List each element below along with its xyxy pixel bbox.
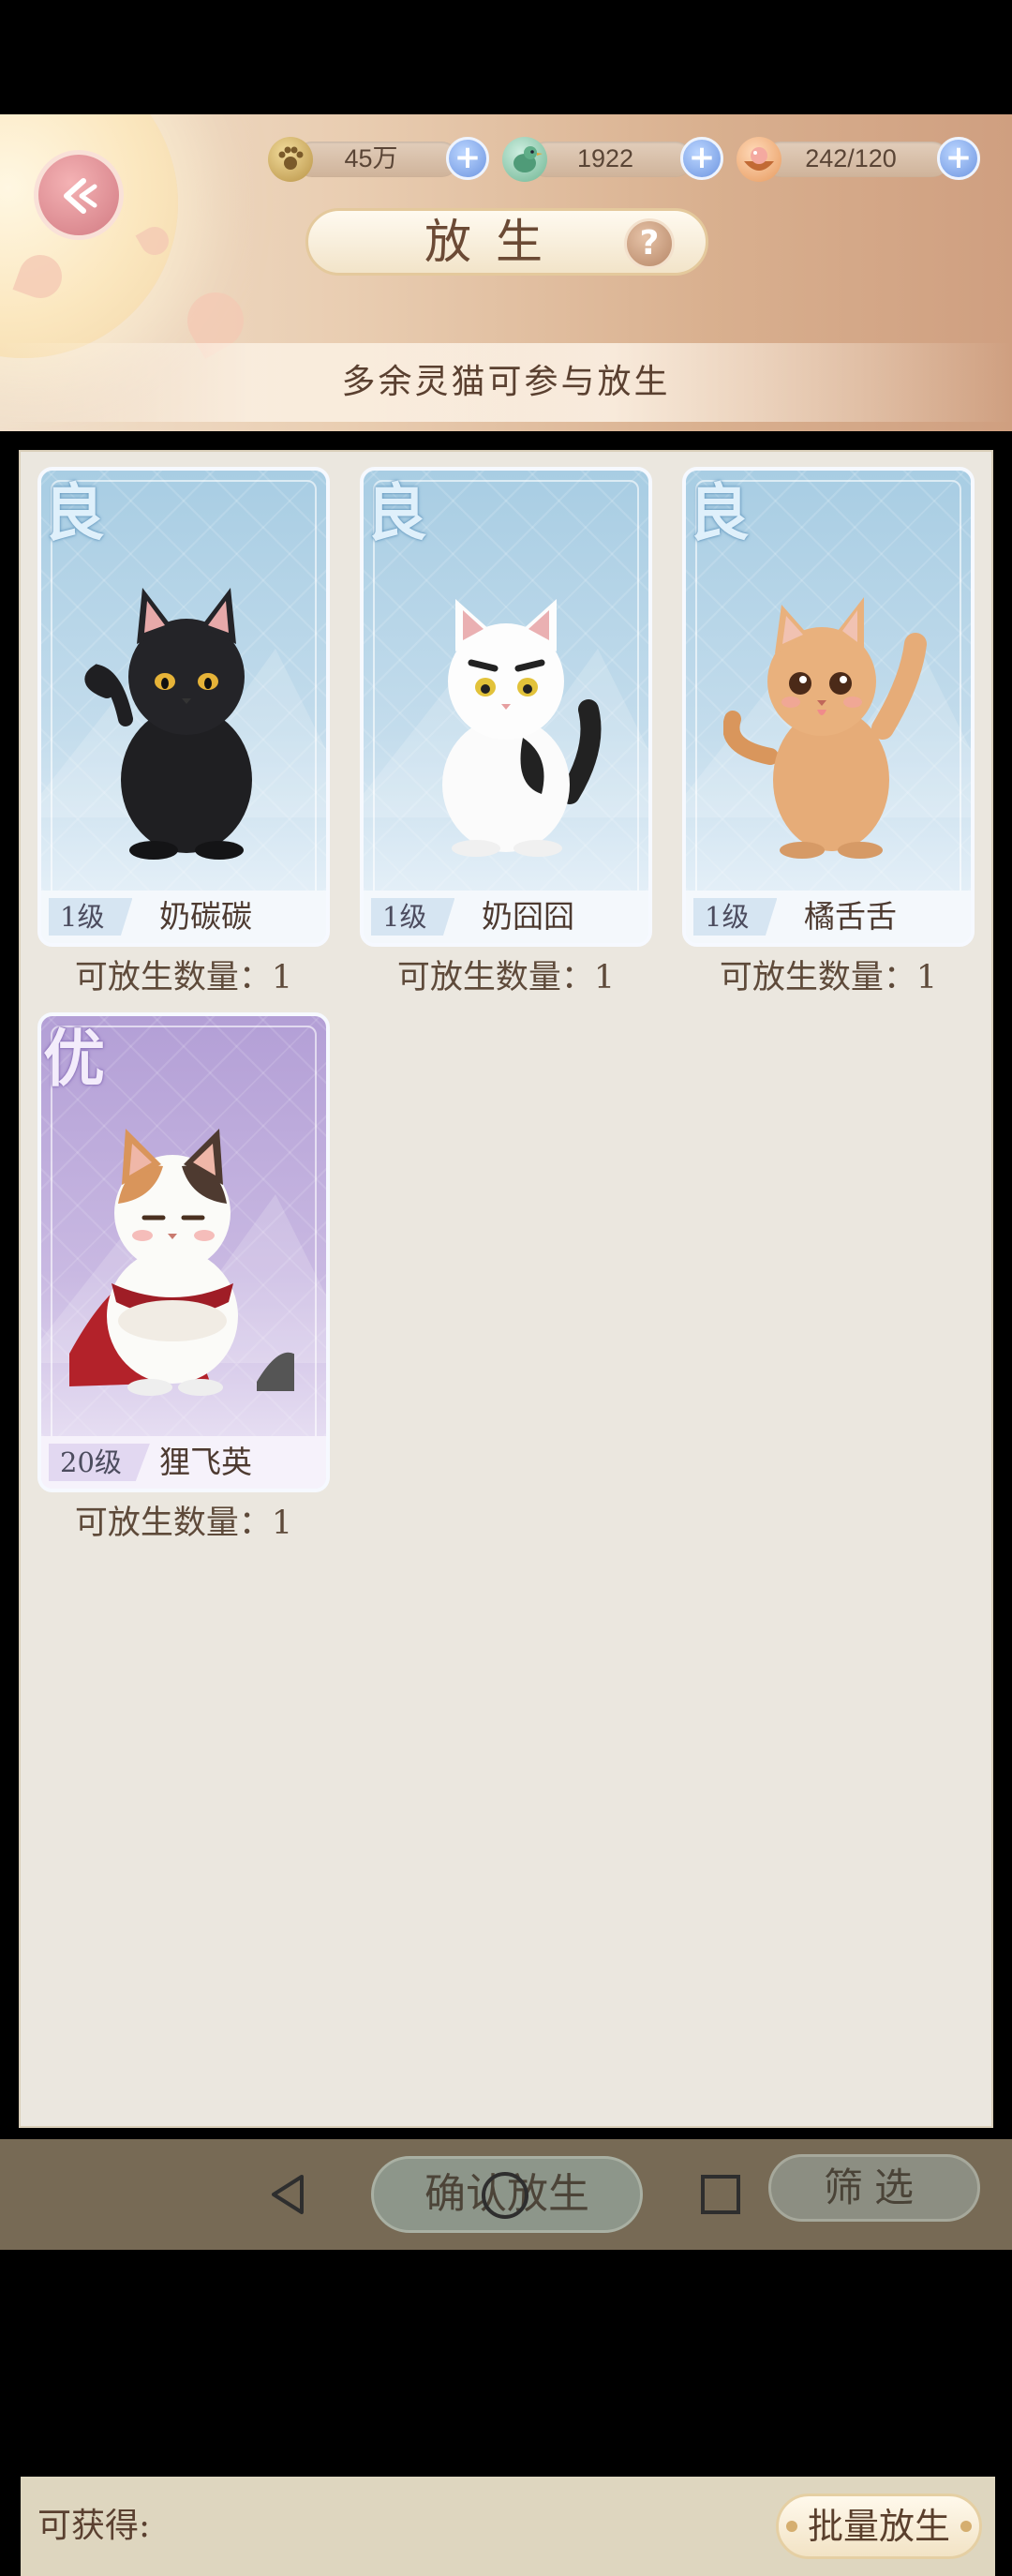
cat-card[interactable]: 良 1级 橘舌舌 bbox=[682, 467, 975, 947]
cat-name: 狸飞英 bbox=[159, 1444, 252, 1480]
question-icon: ? bbox=[639, 224, 660, 262]
add-coins-button[interactable]: + bbox=[446, 137, 489, 180]
release-count: 可放生数量：1 bbox=[74, 1505, 293, 1542]
black-cat-portrait bbox=[84, 588, 252, 860]
cat-card[interactable]: 良 1级 奶囧囧 bbox=[360, 467, 652, 947]
resource-value: 45万 bbox=[344, 144, 398, 172]
rarity-badge: 良 bbox=[688, 476, 750, 549]
paw-dot-icon bbox=[786, 2521, 797, 2532]
cat-list-panel: 良 1级 奶碳碳 可放生数量：1 良 1级 奶囧囧 可放生数量：1 良 1级 橘… bbox=[19, 450, 995, 2576]
calico-cat-portrait bbox=[69, 1129, 294, 1396]
back-button[interactable] bbox=[34, 150, 124, 240]
nav-recents-icon[interactable] bbox=[697, 2171, 744, 2218]
rarity-badge: 良 bbox=[43, 476, 105, 549]
release-count: 可放生数量：1 bbox=[396, 959, 616, 996]
nav-back-icon[interactable] bbox=[264, 2171, 311, 2218]
release-count: 可放生数量：1 bbox=[74, 959, 293, 996]
white-cat-portrait bbox=[442, 599, 602, 857]
level-badge: 1级 bbox=[371, 898, 455, 936]
cat-name: 橘舌舌 bbox=[804, 898, 897, 935]
orange-cat-portrait bbox=[723, 597, 927, 859]
cat-name: 奶碳碳 bbox=[159, 898, 252, 935]
cat-card[interactable]: 良 1级 奶碳碳 bbox=[37, 467, 330, 947]
resource-food: 242/120 + bbox=[737, 137, 980, 182]
footer-bar: 确认放生 筛选 bbox=[0, 2139, 1012, 2250]
resource-value: 242/120 bbox=[805, 144, 897, 172]
page-subtitle: 多余灵猫可参与放生 bbox=[341, 363, 671, 401]
cat-card[interactable]: 优 20级 狸飞英 bbox=[37, 1012, 330, 1492]
header: 45万 + 1922 + 242/120 + 放生 ? 多余灵猫可参与放生 bbox=[0, 114, 1012, 431]
rarity-badge: 良 bbox=[365, 476, 427, 549]
help-button[interactable]: ? bbox=[624, 218, 675, 269]
batch-release-label: 批量放生 bbox=[807, 2506, 950, 2547]
nav-home-icon[interactable] bbox=[479, 2169, 531, 2222]
reward-bar: 可获得: 批量放生 bbox=[21, 2477, 995, 2576]
back-arrow-icon bbox=[64, 178, 97, 214]
subtitle-band: 多余灵猫可参与放生 bbox=[0, 343, 1012, 422]
add-food-button[interactable]: + bbox=[937, 137, 980, 180]
rarity-badge: 优 bbox=[43, 1022, 105, 1095]
add-bird-button[interactable]: + bbox=[680, 137, 723, 180]
resource-bird: 1922 + bbox=[502, 137, 723, 182]
level-badge: 1级 bbox=[49, 898, 133, 936]
level-badge: 20级 bbox=[49, 1444, 150, 1481]
paw-dot-icon bbox=[960, 2521, 972, 2532]
batch-release-button[interactable]: 批量放生 bbox=[776, 2494, 982, 2559]
obtain-label: 可获得: bbox=[37, 2507, 151, 2545]
release-count: 可放生数量：1 bbox=[719, 959, 938, 996]
cat-name: 奶囧囧 bbox=[482, 898, 574, 935]
resource-value: 1922 bbox=[576, 144, 634, 172]
status-bar bbox=[0, 0, 1012, 114]
filter-button[interactable]: 筛选 bbox=[768, 2154, 980, 2222]
resource-coins: 45万 + bbox=[268, 137, 489, 182]
level-badge: 1级 bbox=[693, 898, 778, 936]
title-plaque: 放生 ? bbox=[305, 208, 708, 276]
